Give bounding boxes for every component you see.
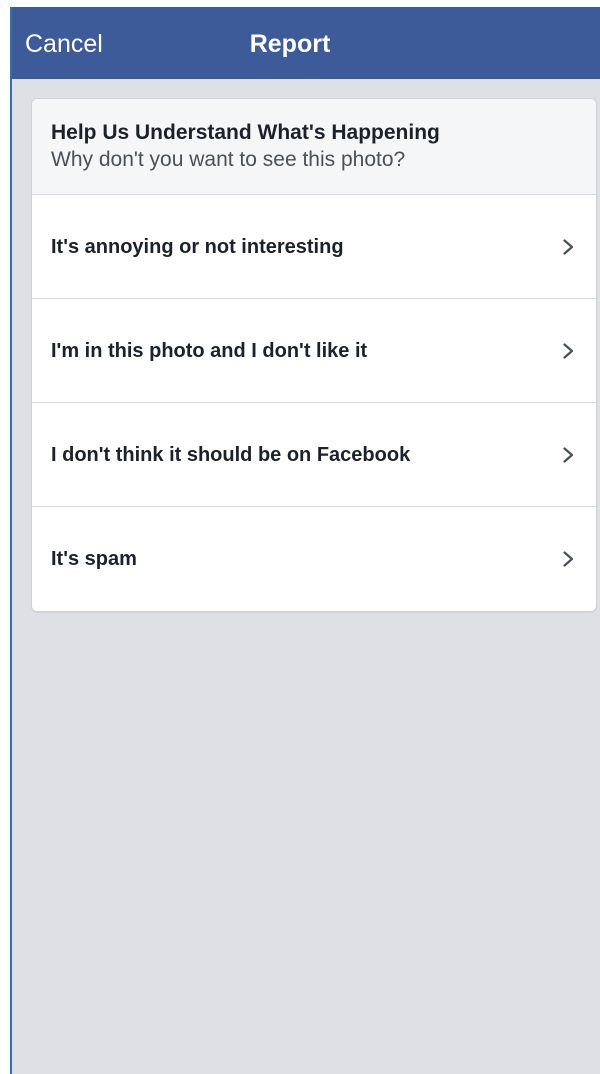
chevron-right-icon xyxy=(563,447,574,463)
card-title: Help Us Understand What's Happening xyxy=(51,121,440,144)
option-label: I don't think it should be on Facebook xyxy=(51,444,411,466)
card-subtitle: Why don't you want to see this photo? xyxy=(51,148,406,171)
card-header: Help Us Understand What's Happening Why … xyxy=(32,99,596,195)
chevron-right-icon xyxy=(563,551,574,567)
navigation-bar: Report Cancel xyxy=(10,7,600,79)
report-screen: Report Cancel Help Us Understand What's … xyxy=(10,7,600,1074)
option-spam[interactable]: It's spam xyxy=(32,507,596,611)
report-options-card: Help Us Understand What's Happening Why … xyxy=(31,98,597,612)
chevron-right-icon xyxy=(563,343,574,359)
option-annoying[interactable]: It's annoying or not interesting xyxy=(32,195,596,299)
option-label: It's annoying or not interesting xyxy=(51,236,344,258)
option-not-on-facebook[interactable]: I don't think it should be on Facebook xyxy=(32,403,596,507)
option-label: I'm in this photo and I don't like it xyxy=(51,340,368,362)
cancel-button[interactable]: Cancel xyxy=(25,7,103,79)
option-label: It's spam xyxy=(51,548,137,570)
option-in-photo[interactable]: I'm in this photo and I don't like it xyxy=(32,299,596,403)
window-edge xyxy=(10,7,12,1074)
chevron-right-icon xyxy=(563,239,574,255)
